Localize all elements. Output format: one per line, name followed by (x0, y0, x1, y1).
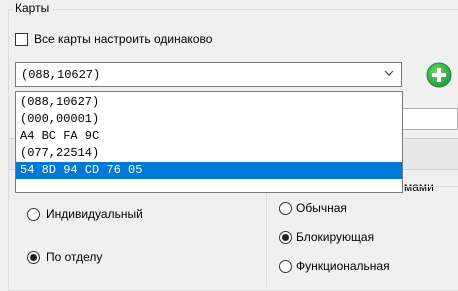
mode-radio-department[interactable] (27, 251, 40, 264)
dropdown-item[interactable]: (077,22514) (16, 145, 402, 162)
same-settings-checkbox[interactable] (15, 33, 28, 46)
chevron-down-icon[interactable] (384, 67, 394, 81)
add-card-button[interactable] (426, 62, 452, 88)
combo-value: (088,10627) (21, 68, 101, 82)
dropdown-item-selected[interactable]: 54 8D 94 CD 76 05 (16, 162, 402, 179)
dropdown-item[interactable]: A4 BC FA 9C (16, 128, 402, 145)
type-radio-functional[interactable] (279, 260, 292, 273)
mode-label-individual: Индивидуальный (46, 207, 143, 221)
card-dropdown-list: (088,10627) (000,00001) A4 BC FA 9C (077… (15, 91, 403, 193)
mode-radio-individual[interactable] (27, 208, 40, 221)
type-label-blocking: Блокирующая (296, 230, 375, 244)
group-title: Карты (12, 1, 53, 15)
same-settings-label: Все карты настроить одинаково (34, 32, 213, 46)
dropdown-item[interactable]: (088,10627) (16, 94, 402, 111)
type-label-normal: Обычная (296, 201, 347, 215)
card-combobox[interactable]: (088,10627) (15, 62, 402, 87)
type-radio-blocking[interactable] (279, 231, 292, 244)
type-label-functional: Функциональная (296, 259, 390, 273)
dropdown-item[interactable]: (000,00001) (16, 111, 402, 128)
background-field[interactable] (400, 108, 458, 130)
type-radio-normal[interactable] (279, 202, 292, 215)
plus-circle-icon (426, 62, 452, 88)
mode-label-department: По отделу (46, 250, 103, 264)
